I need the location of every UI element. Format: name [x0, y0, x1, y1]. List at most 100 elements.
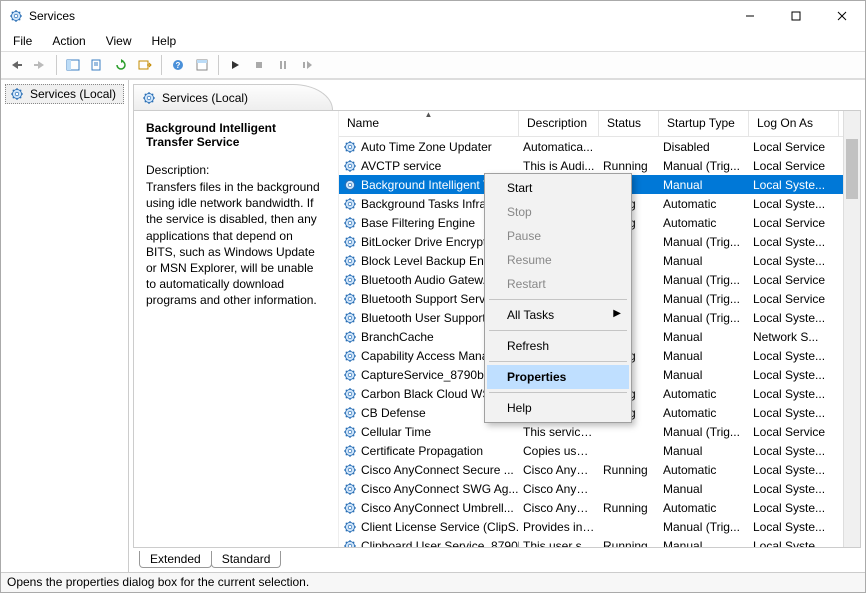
service-startup-cell: Manual: [659, 349, 749, 363]
show-hide-tree-button[interactable]: [62, 54, 84, 76]
vertical-scrollbar[interactable]: [843, 111, 860, 547]
service-logon-cell: Local Syste...: [749, 520, 839, 534]
table-row[interactable]: Auto Time Zone UpdaterAutomatica...Disab…: [339, 137, 860, 156]
gear-icon: [343, 216, 357, 230]
export-button[interactable]: [86, 54, 108, 76]
service-logon-cell: Local Syste...: [749, 349, 839, 363]
col-name[interactable]: Name ▲: [339, 111, 519, 136]
service-logon-cell: Local Service: [749, 425, 839, 439]
services-window: Services File Action View Help ?: [0, 0, 866, 593]
ctx-restart[interactable]: Restart: [487, 272, 629, 296]
start-service-button[interactable]: [224, 54, 246, 76]
svg-text:?: ?: [176, 61, 181, 70]
service-startup-cell: Automatic: [659, 197, 749, 211]
service-startup-cell: Manual (Trig...: [659, 425, 749, 439]
service-logon-cell: Local Syste...: [749, 235, 839, 249]
ctx-refresh[interactable]: Refresh: [487, 334, 629, 358]
service-startup-cell: Manual (Trig...: [659, 292, 749, 306]
service-name-cell: BranchCache: [361, 330, 434, 344]
gear-icon: [343, 159, 357, 173]
service-startup-cell: Manual (Trig...: [659, 520, 749, 534]
table-row[interactable]: Cisco AnyConnect SWG Ag...Cisco AnyC...M…: [339, 479, 860, 498]
tree-node-services-local[interactable]: Services (Local): [5, 84, 124, 104]
gear-icon: [343, 311, 357, 325]
gear-icon: [343, 368, 357, 382]
gear-icon: [343, 254, 357, 268]
service-startup-cell: Automatic: [659, 463, 749, 477]
ctx-all-tasks[interactable]: All Tasks▶: [487, 303, 629, 327]
service-startup-cell: Manual (Trig...: [659, 235, 749, 249]
pause-service-button[interactable]: [272, 54, 294, 76]
services-list[interactable]: Name ▲ Description Status Startup Type L…: [338, 111, 860, 547]
chevron-right-icon: ▶: [613, 308, 621, 319]
service-startup-cell: Manual (Trig...: [659, 311, 749, 325]
ctx-start[interactable]: Start: [487, 176, 629, 200]
service-name-cell: CB Defense: [361, 406, 426, 420]
service-logon-cell: Local Syste...: [749, 368, 839, 382]
refresh-button[interactable]: [110, 54, 132, 76]
col-logon[interactable]: Log On As: [749, 111, 839, 136]
service-startup-cell: Manual: [659, 482, 749, 496]
menu-file[interactable]: File: [5, 32, 40, 50]
service-startup-cell: Manual: [659, 444, 749, 458]
table-row[interactable]: Cellular TimeThis service ...Manual (Tri…: [339, 422, 860, 441]
gear-icon: [142, 91, 156, 105]
service-desc-cell: Provides inf...: [519, 520, 599, 534]
service-startup-cell: Automatic: [659, 406, 749, 420]
service-name-cell: Certificate Propagation: [361, 444, 483, 458]
col-startup[interactable]: Startup Type: [659, 111, 749, 136]
ctx-stop[interactable]: Stop: [487, 200, 629, 224]
service-name-cell: Background Tasks Infras...: [361, 197, 502, 211]
menu-view[interactable]: View: [98, 32, 140, 50]
table-row[interactable]: Clipboard User Service_8790bThis user se…: [339, 536, 860, 547]
menubar: File Action View Help: [1, 31, 865, 51]
service-startup-cell: Manual: [659, 539, 749, 548]
description-text: Transfers files in the background using …: [146, 179, 326, 309]
service-logon-cell: Local Syste...: [749, 311, 839, 325]
list-header[interactable]: Name ▲ Description Status Startup Type L…: [339, 111, 860, 137]
tree-node-label: Services (Local): [30, 87, 116, 101]
ctx-help[interactable]: Help: [487, 396, 629, 420]
scrollbar-thumb[interactable]: [846, 139, 858, 199]
tab-standard[interactable]: Standard: [211, 551, 282, 568]
menu-action[interactable]: Action: [44, 32, 93, 50]
table-row[interactable]: Certificate PropagationCopies user ...Ma…: [339, 441, 860, 460]
service-name-cell: Block Level Backup Eng...: [361, 254, 500, 268]
maximize-button[interactable]: [773, 1, 819, 31]
service-logon-cell: Local Service: [749, 140, 839, 154]
service-name-cell: CaptureService_8790b: [361, 368, 484, 382]
restart-service-button[interactable]: [296, 54, 318, 76]
table-row[interactable]: Client License Service (ClipS...Provides…: [339, 517, 860, 536]
service-logon-cell: Local Service: [749, 273, 839, 287]
console-tree[interactable]: Services (Local): [1, 80, 129, 572]
pane-header-label: Services (Local): [162, 91, 248, 105]
stop-service-button[interactable]: [248, 54, 270, 76]
col-description[interactable]: Description: [519, 111, 599, 136]
service-logon-cell: Local Syste...: [749, 387, 839, 401]
tab-extended[interactable]: Extended: [139, 551, 212, 568]
menu-help[interactable]: Help: [144, 32, 185, 50]
ctx-properties[interactable]: Properties: [487, 365, 629, 389]
gear-icon: [343, 178, 357, 192]
table-row[interactable]: Cisco AnyConnect Secure ...Cisco AnyC...…: [339, 460, 860, 479]
gear-icon: [343, 140, 357, 154]
export-list-button[interactable]: [134, 54, 156, 76]
service-startup-cell: Manual: [659, 330, 749, 344]
properties-button[interactable]: [191, 54, 213, 76]
sort-asc-icon: ▲: [425, 111, 433, 119]
forward-button[interactable]: [29, 54, 51, 76]
gear-icon: [343, 330, 357, 344]
gear-icon: [343, 463, 357, 477]
help-button[interactable]: ?: [167, 54, 189, 76]
back-button[interactable]: [5, 54, 27, 76]
close-button[interactable]: [819, 1, 865, 31]
ctx-pause[interactable]: Pause: [487, 224, 629, 248]
titlebar[interactable]: Services: [1, 1, 865, 31]
col-status[interactable]: Status: [599, 111, 659, 136]
ctx-resume[interactable]: Resume: [487, 248, 629, 272]
service-startup-cell: Manual: [659, 178, 749, 192]
toolbar: ?: [1, 51, 865, 79]
table-row[interactable]: Cisco AnyConnect Umbrell...Cisco AnyC...…: [339, 498, 860, 517]
service-desc-cell: This is Audi...: [519, 159, 599, 173]
minimize-button[interactable]: [727, 1, 773, 31]
